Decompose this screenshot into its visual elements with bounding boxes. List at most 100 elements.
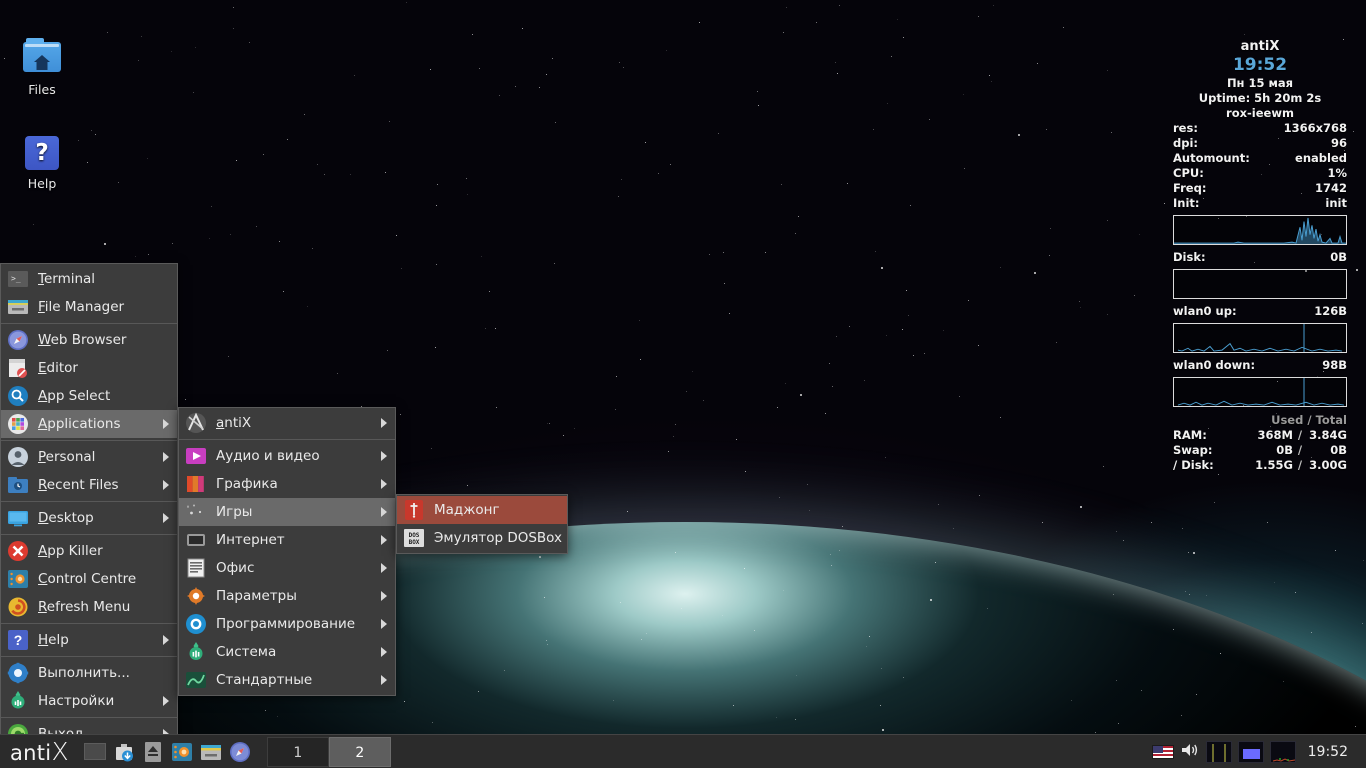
submenu-arrow-icon [381, 563, 387, 573]
editor-icon [7, 357, 29, 379]
menu-item-программирование[interactable]: Программирование [179, 610, 395, 638]
taskbar-logo-anti: anti [10, 741, 52, 765]
submenu-arrow-icon [381, 451, 387, 461]
menu-item-офис[interactable]: Офис [179, 554, 395, 582]
control-centre-icon [7, 568, 29, 590]
conky-memory-row: / Disk: 1.55G / 3.00G [1173, 458, 1347, 473]
conky-stat-key: Freq: [1173, 181, 1207, 195]
conky-stat-key: CPU: [1173, 166, 1204, 180]
conky-cpu-graph [1173, 215, 1347, 245]
menu-item-control-centre[interactable]: Control Centre [1, 565, 177, 593]
conky-stat-row: Automount: enabled [1173, 151, 1347, 166]
us-flag-icon[interactable] [1151, 744, 1174, 759]
show-desktop-icon[interactable] [82, 739, 108, 765]
menu-item-label: Personal [38, 449, 96, 465]
dosbox-icon: DOS BOX [403, 527, 425, 549]
control-centre-icon[interactable] [169, 739, 195, 765]
menu-item-help[interactable]: ? Help [1, 626, 177, 654]
preferences-icon [185, 585, 207, 607]
menu-item-игры[interactable]: Игры [179, 498, 395, 526]
menu-item-label: Terminal [38, 271, 96, 287]
conky-memory-row: Swap: 0B / 0B [1173, 443, 1347, 458]
mem-monitor[interactable] [1269, 740, 1296, 763]
conky-memory-header-sep: / [1307, 413, 1312, 427]
submenu-arrow-icon [381, 647, 387, 657]
menu-item-label: Выполнить... [38, 665, 130, 681]
file-manager-icon[interactable] [198, 739, 224, 765]
menu-item-стандартные[interactable]: Стандартные [179, 666, 395, 694]
conky-stat-value: init [1325, 196, 1347, 210]
menu-item-app-select[interactable]: App Select [1, 382, 177, 410]
conky-memory-header-total: Total [1315, 413, 1347, 427]
conky-disk-graph [1173, 269, 1347, 299]
conky-system-monitor: antiX 19:52 Пн 15 мая Uptime: 5h 20m 2s … [1173, 38, 1347, 473]
conky-wlan-down-label: wlan0 down: [1173, 358, 1256, 372]
menu-item-file-manager[interactable]: File Manager [1, 293, 177, 321]
menu-item-antix[interactable]: antiX [179, 409, 395, 437]
taskbar-menu-button[interactable]: antiX [0, 739, 78, 764]
conky-memory-row: RAM: 368M / 3.84G [1173, 428, 1347, 443]
menu-item-параметры[interactable]: Параметры [179, 582, 395, 610]
desktop-icon-help[interactable]: ? Help [6, 136, 78, 191]
conky-stat-value: 1366x768 [1283, 121, 1347, 135]
menu-separator [1, 623, 177, 624]
menu-item-app-killer[interactable]: App Killer [1, 537, 177, 565]
conky-stat-value: 1% [1327, 166, 1347, 180]
conky-memory-sep: / [1297, 458, 1303, 472]
conky-wlan-up-row: wlan0 up: 126B [1173, 304, 1347, 319]
menu-item-web-browser[interactable]: Web Browser [1, 326, 177, 354]
menu-item-выполнить[interactable]: Выполнить... [1, 659, 177, 687]
submenu-arrow-icon [381, 535, 387, 545]
cpu-monitor[interactable] [1205, 740, 1232, 763]
games-submenu[interactable]: Маджонг DOS BOX Эмулятор DOSBox [396, 494, 568, 554]
menu-item-label: Editor [38, 360, 78, 376]
volume-icon[interactable] [1180, 741, 1200, 763]
graphics-icon [185, 473, 207, 495]
terminal-icon: >_ [7, 268, 29, 290]
root-menu[interactable]: >_ Terminal File Manager Web Browser Editor A… [0, 263, 178, 750]
conky-memory-total: 3.00G [1309, 458, 1347, 472]
menu-item-маджонг[interactable]: Маджонг [397, 496, 567, 524]
package-updater-icon[interactable] [111, 739, 137, 765]
svg-text:?: ? [14, 632, 23, 648]
applications-submenu[interactable]: antiX Аудио и видео Графика Игры Интернет Офи… [178, 407, 396, 696]
submenu-arrow-icon [381, 619, 387, 629]
desktop-icon-files[interactable]: Files [6, 38, 78, 97]
desktop-icon-label: Help [27, 176, 57, 191]
menu-item-terminal[interactable]: >_ Terminal [1, 265, 177, 293]
submenu-arrow-icon [381, 591, 387, 601]
conky-memory-key: RAM: [1173, 428, 1207, 442]
conky-memory-sep: / [1297, 443, 1303, 457]
menu-item-настройки[interactable]: Настройки [1, 687, 177, 715]
web-browser-icon[interactable] [227, 739, 253, 765]
personal-icon [7, 446, 29, 468]
conky-memory-key: / Disk: [1173, 458, 1214, 472]
conky-stat-key: Automount: [1173, 151, 1250, 165]
workspace-button-1[interactable]: 1 [266, 736, 329, 767]
taskbar-clock[interactable]: 19:52 [1302, 744, 1358, 760]
workspace-button-2[interactable]: 2 [328, 736, 391, 767]
submenu-arrow-icon [163, 696, 169, 706]
menu-item-аудио-и-видео[interactable]: Аудио и видео [179, 442, 395, 470]
menu-item-эмулятор-dosbox[interactable]: DOS BOX Эмулятор DOSBox [397, 524, 567, 552]
applications-icon [7, 413, 29, 435]
menu-separator [1, 534, 177, 535]
workspace-switcher[interactable]: 1 2 [266, 736, 391, 767]
menu-item-recent-files[interactable]: Recent Files [1, 471, 177, 499]
submenu-arrow-icon [163, 635, 169, 645]
menu-separator [179, 439, 395, 440]
menu-item-desktop[interactable]: Desktop [1, 504, 177, 532]
menu-item-refresh-menu[interactable]: Refresh Menu [1, 593, 177, 621]
menu-item-система[interactable]: Система [179, 638, 395, 666]
menu-separator [1, 656, 177, 657]
menu-item-editor[interactable]: Editor [1, 354, 177, 382]
menu-item-интернет[interactable]: Интернет [179, 526, 395, 554]
eject-media-icon[interactable] [140, 739, 166, 765]
net-monitor[interactable] [1237, 740, 1264, 763]
menu-item-applications[interactable]: Applications [1, 410, 177, 438]
menu-item-personal[interactable]: Personal [1, 443, 177, 471]
taskbar-launchers [78, 739, 253, 765]
refresh-menu-icon [7, 596, 29, 618]
menu-item-графика[interactable]: Графика [179, 470, 395, 498]
menu-separator [1, 440, 177, 441]
